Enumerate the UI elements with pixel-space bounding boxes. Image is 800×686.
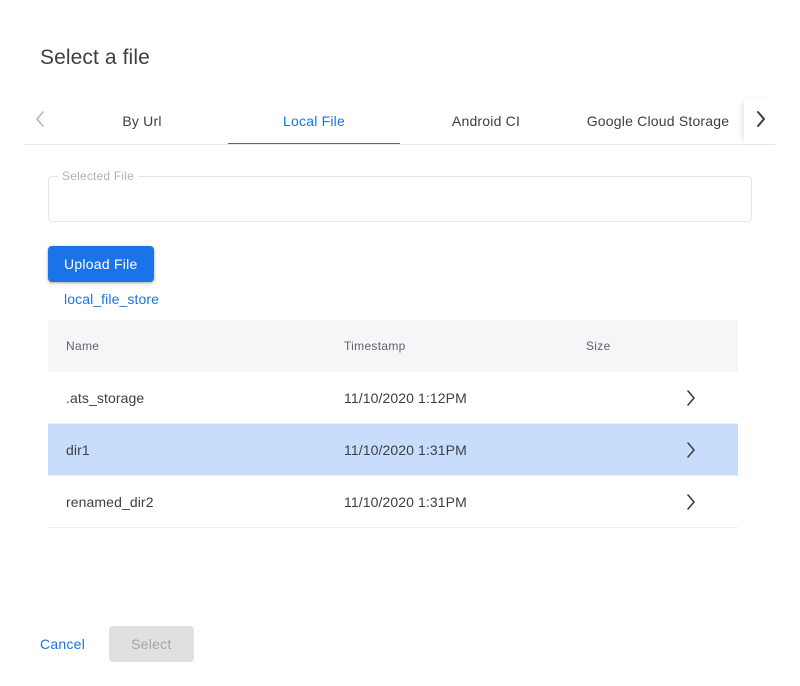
tab-android-ci[interactable]: Android CI — [400, 98, 572, 144]
selected-file-field[interactable]: Selected File — [48, 176, 752, 222]
row-open-button[interactable] — [676, 490, 738, 514]
cell-name: renamed_dir2 — [48, 494, 344, 510]
column-header-name: Name — [48, 339, 344, 353]
tab-label: Local File — [283, 113, 345, 129]
table-row[interactable]: .ats_storage11/10/2020 1:12PM — [48, 372, 738, 423]
tab-label: By Url — [122, 113, 161, 129]
row-divider — [48, 527, 738, 528]
table-header-row: Name Timestamp Size — [48, 320, 738, 372]
cell-timestamp: 11/10/2020 1:31PM — [344, 494, 586, 510]
tab-scroll-prev-button[interactable] — [24, 98, 56, 144]
tab-local-file[interactable]: Local File — [228, 98, 400, 144]
table-row[interactable]: dir111/10/2020 1:31PM — [48, 424, 738, 475]
breadcrumb[interactable]: local_file_store — [64, 291, 159, 307]
select-file-dialog: Select a file By Url Local File Android CI… — [0, 0, 800, 686]
tab-label: Android CI — [452, 113, 520, 129]
tab-list: By Url Local File Android CI Google Cloud S… — [56, 98, 744, 144]
cell-name: dir1 — [48, 442, 344, 458]
column-header-size: Size — [586, 339, 676, 353]
cell-timestamp: 11/10/2020 1:12PM — [344, 390, 586, 406]
select-button: Select — [109, 626, 193, 662]
chevron-left-icon — [34, 109, 47, 134]
table-row[interactable]: renamed_dir211/10/2020 1:31PM — [48, 476, 738, 527]
cell-timestamp: 11/10/2020 1:31PM — [344, 442, 586, 458]
upload-file-button[interactable]: Upload File — [48, 246, 154, 282]
tab-scroll-next-button[interactable] — [744, 98, 776, 144]
cancel-button[interactable]: Cancel — [24, 626, 101, 662]
dialog-actions: Cancel Select — [24, 626, 194, 662]
chevron-right-icon — [678, 386, 702, 410]
row-open-button[interactable] — [676, 438, 738, 462]
tab-label: Google Cloud Storage — [587, 113, 730, 129]
selected-file-input[interactable] — [49, 177, 735, 221]
cell-name: .ats_storage — [48, 390, 344, 406]
tab-google-cloud-storage[interactable]: Google Cloud Storage — [572, 98, 744, 144]
tab-bar: By Url Local File Android CI Google Cloud S… — [24, 98, 776, 145]
chevron-right-icon — [754, 109, 767, 134]
table-body: .ats_storage11/10/2020 1:12PMdir111/10/2… — [48, 372, 738, 528]
file-table: Name Timestamp Size .ats_storage11/10/20… — [48, 320, 738, 528]
row-open-button[interactable] — [676, 386, 738, 410]
chevron-right-icon — [678, 438, 702, 462]
page-title: Select a file — [40, 44, 150, 72]
chevron-right-icon — [678, 490, 702, 514]
tab-by-url[interactable]: By Url — [56, 98, 228, 144]
column-header-timestamp: Timestamp — [344, 339, 586, 353]
